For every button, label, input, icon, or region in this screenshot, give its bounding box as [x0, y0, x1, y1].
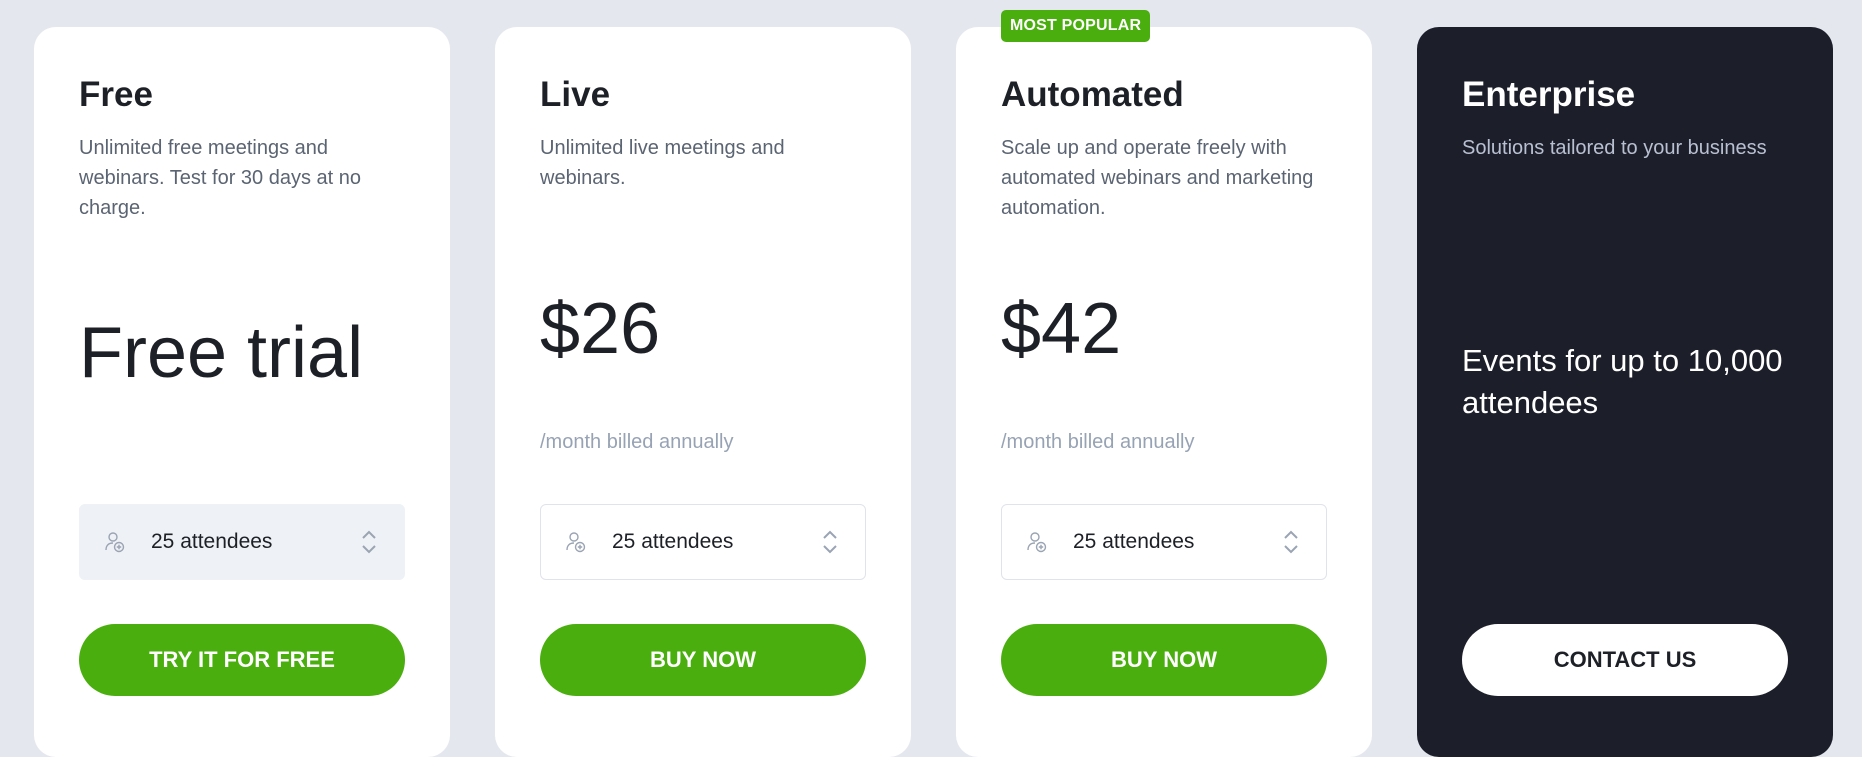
plan-card-free: Free Unlimited free meetings and webinar… [34, 27, 450, 757]
attendees-value: 25 attendees [151, 530, 273, 553]
buy-now-button[interactable]: BUY NOW [1001, 624, 1327, 696]
user-plus-icon [1027, 532, 1047, 553]
billing-period: /month billed annually [1001, 431, 1195, 453]
plan-name: Enterprise [1462, 75, 1636, 114]
billing-period: /month billed annually [540, 431, 734, 453]
user-plus-icon [105, 532, 125, 553]
user-plus-icon [566, 532, 586, 553]
attendees-value: 25 attendees [612, 530, 734, 553]
plan-price: $26 [540, 289, 661, 369]
plan-price: Free trial [79, 313, 364, 393]
attendees-selector[interactable]: 25 attendees [79, 504, 405, 580]
chevron-up-down-icon [362, 530, 376, 554]
plan-name: Free [79, 75, 153, 114]
plan-price: $42 [1001, 289, 1122, 369]
plan-card-live: Live Unlimited live meetings and webinar… [495, 27, 911, 757]
plan-description: Unlimited live meetings and webinars. [540, 137, 785, 189]
buy-now-button[interactable]: BUY NOW [540, 624, 866, 696]
plan-card-automated: MOST POPULAR Automated Scale up and oper… [956, 10, 1372, 757]
chevron-up-down-icon [823, 530, 837, 554]
plan-card-enterprise: Enterprise Solutions tailored to your bu… [1417, 27, 1833, 757]
plan-description: Solutions tailored to your business [1462, 137, 1767, 159]
attendees-value: 25 attendees [1073, 530, 1195, 553]
plan-name: Automated [1001, 75, 1184, 114]
plan-name: Live [540, 75, 611, 114]
chevron-up-down-icon [1284, 530, 1298, 554]
contact-us-button[interactable]: CONTACT US [1462, 624, 1788, 696]
attendees-selector[interactable]: 25 attendees [1001, 504, 1327, 580]
enterprise-headline: Events for up to 10,000 attendees [1462, 343, 1783, 420]
plan-description: Unlimited free meetings and webinars. Te… [79, 137, 362, 219]
plan-description: Scale up and operate freely with automat… [1001, 137, 1314, 219]
try-free-button[interactable]: TRY IT FOR FREE [79, 624, 405, 696]
most-popular-badge: MOST POPULAR [1001, 10, 1151, 42]
attendees-selector[interactable]: 25 attendees [540, 504, 866, 580]
